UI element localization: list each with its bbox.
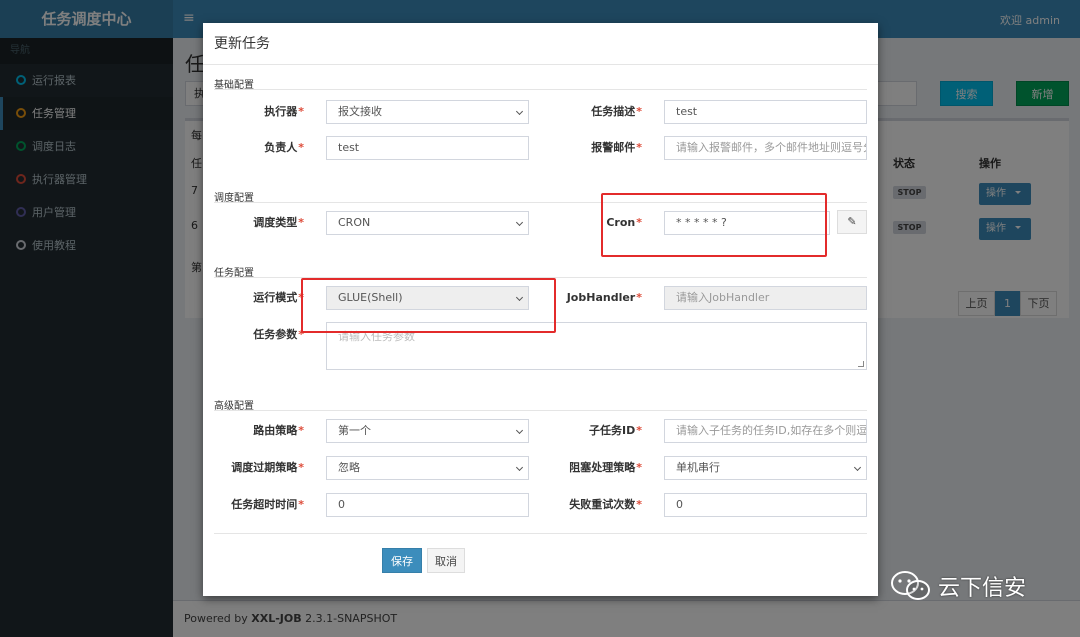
sched-type-label: 调度类型* [253,216,304,229]
cancel-button[interactable]: 取消 [427,548,465,573]
watermark-text: 云下信安 [938,576,1027,601]
route-select[interactable]: 第一个 [326,419,529,443]
alarm-email-input[interactable]: 请输入报警邮件，多个邮件地址则逗号分隔 [664,136,867,160]
misfire-label: 调度过期策略* [231,461,304,474]
child-id-input[interactable]: 请输入子任务的任务ID,如存在多个则逗号分隔 [664,419,867,443]
owner-label: 负责人* [264,141,304,154]
child-id-label: 子任务ID* [589,424,642,437]
timeout-input[interactable]: 0 [326,493,529,517]
alarm-label: 报警邮件* [591,141,642,154]
jobhandler-input[interactable]: 请输入JobHandler [664,286,867,310]
desc-label: 任务描述* [591,105,642,118]
section-divider [214,89,867,90]
update-job-modal: 更新任务 基础配置 执行器* 报文接收 任务描述* test 负责人* test… [203,23,878,596]
block-label: 阻塞处理策略* [569,461,642,474]
sched-type-select[interactable]: CRON [326,211,529,235]
highlight-box-cron [601,193,827,257]
block-select[interactable]: 单机串行 [664,456,867,480]
form-divider [214,533,867,534]
wechat-icon [891,571,930,600]
executor-label: 执行器* [264,105,304,118]
retry-input[interactable]: 0 [664,493,867,517]
desc-input[interactable]: test [664,100,867,124]
section-divider [214,410,867,411]
route-label: 路由策略* [253,424,304,437]
watermark: 云下信安 [890,566,1026,606]
retry-label: 失败重试次数* [569,498,642,511]
timeout-label: 任务超时时间* [231,498,304,511]
executor-select[interactable]: 报文接收 [326,100,529,124]
misfire-select[interactable]: 忽略 [326,456,529,480]
resize-handle[interactable] [858,361,864,367]
highlight-box-run-mode [301,278,556,333]
params-label: 任务参数* [253,328,304,341]
save-button[interactable]: 保存 [382,548,422,573]
edit-icon[interactable]: ✎ [837,210,867,234]
modal-title: 更新任务 [203,23,878,65]
run-mode-label: 运行模式* [253,291,304,304]
owner-input[interactable]: test [326,136,529,160]
app-root: 任务调度中心 ≡ 欢迎 admin 导航 运行报表 任务管理 调度日志 执行器管… [0,0,1080,637]
